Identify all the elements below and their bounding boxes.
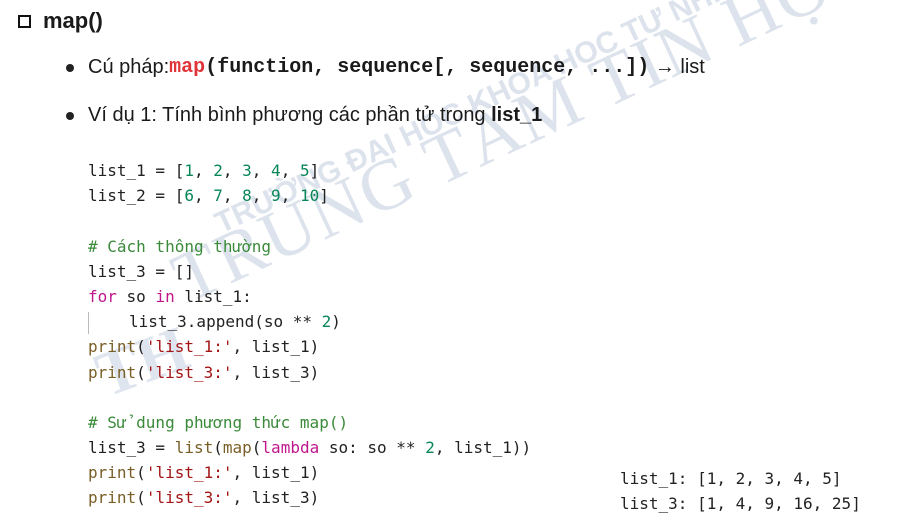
code-line-print3: print('list_1:', list_1) — [88, 463, 320, 483]
code-line-init: list_3 = [] — [88, 261, 194, 281]
example-label: Ví dụ 1: Tính bình phương các phần tử tr… — [88, 104, 492, 126]
code-line-map: list_3 = list(map(lambda so: so ** 2, li… — [88, 438, 532, 458]
code-line-for: for so in list_1: — [88, 286, 252, 306]
slide-title: map() — [18, 8, 103, 34]
example-bullet: Ví dụ 1: Tính bình phương các phần tử tr… — [66, 104, 542, 127]
code-line-list1: list_1 = [1, 2, 3, 4, 5] — [88, 161, 320, 180]
syntax-args: (function, sequence[, sequence, ...]) — [205, 56, 650, 79]
code-line-list2: list_2 = [6, 7, 8, 9, 10] — [88, 186, 329, 206]
code-line-append: list_3.append(so ** 2) — [88, 309, 531, 334]
example-target: list_1 — [491, 104, 543, 126]
bullet-icon — [66, 111, 74, 120]
bullet-icon — [66, 63, 74, 72]
code-block: list_1 = [1, 2, 3, 4, 5] list_2 = [6, 7,… — [88, 158, 531, 511]
syntax-label: Cú pháp: — [88, 56, 170, 78]
syntax-bullet: Cú pháp: map (function, sequence[, seque… — [66, 56, 705, 79]
code-line-print1: print('list_1:', list_1) — [88, 337, 320, 357]
code-line-print2: print('list_3:', list_3) — [88, 362, 320, 382]
output-line-1: list_1: [1, 2, 3, 4, 5] — [620, 469, 842, 488]
code-comment-map: # Sử dụng phương thức map() — [88, 412, 349, 432]
syntax-return: → list — [649, 56, 705, 78]
code-line-print4: print('list_3:', list_3) — [88, 488, 320, 508]
title-text: map() — [43, 8, 103, 33]
syntax-func: map — [169, 56, 206, 79]
output-line-2: list_3: [1, 4, 9, 16, 25] — [620, 494, 861, 514]
code-output: list_1: [1, 2, 3, 4, 5] list_3: [1, 4, 9,… — [620, 466, 861, 516]
checkbox-icon — [18, 14, 31, 28]
code-comment-normal: # Cách thông thường — [88, 236, 272, 256]
